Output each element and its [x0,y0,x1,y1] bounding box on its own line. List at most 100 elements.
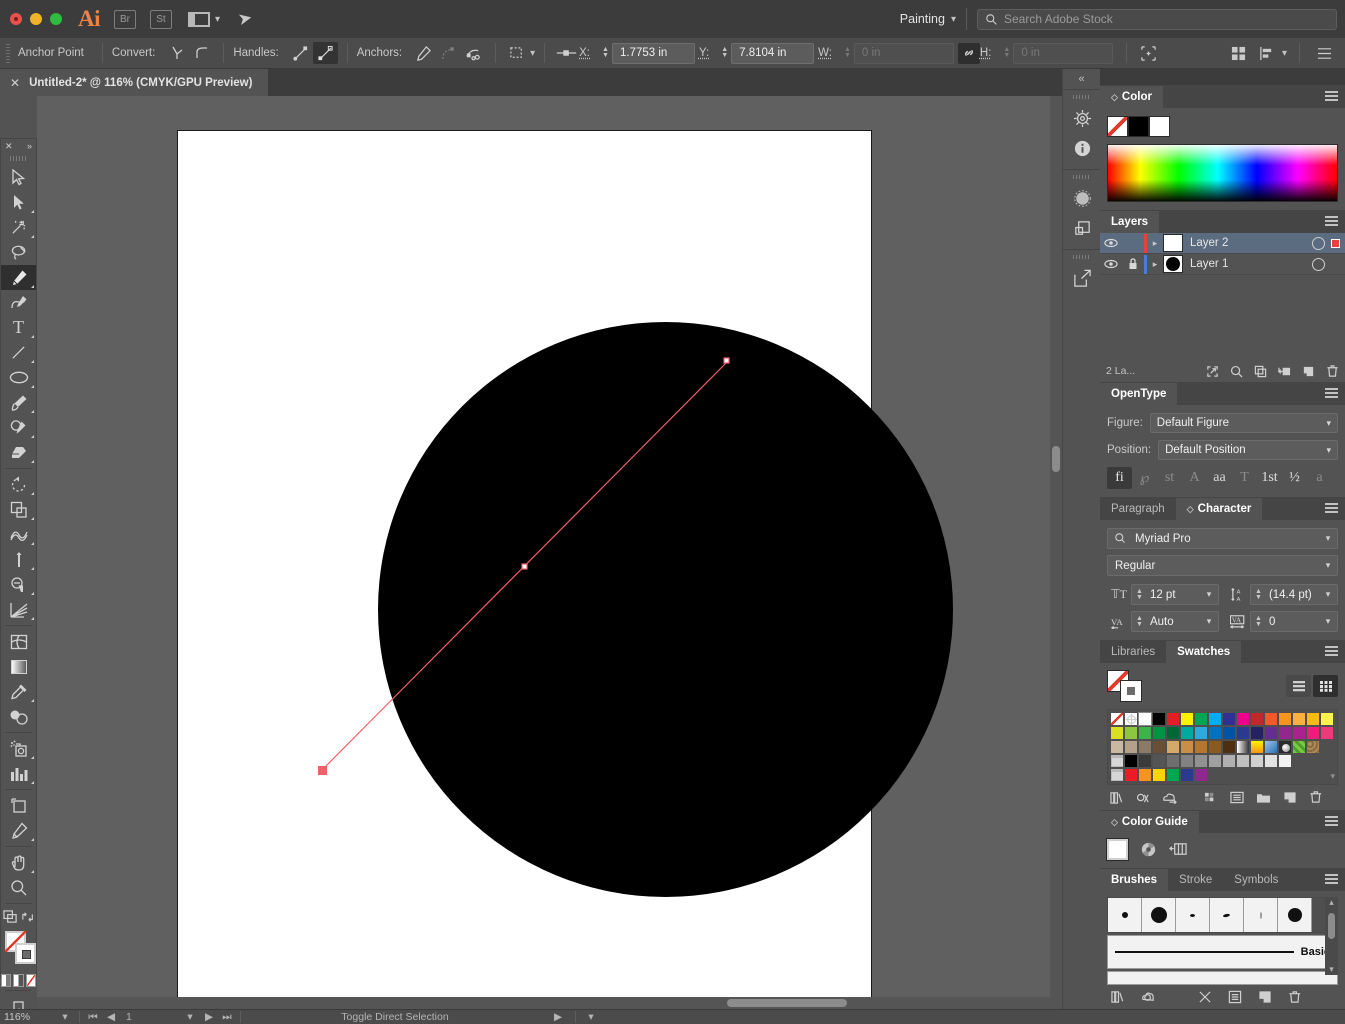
next-artboard-button[interactable]: ▶ [200,1011,218,1023]
new-swatch-icon[interactable] [1283,791,1297,804]
color-none-swatch[interactable] [1107,116,1128,137]
harmony-rules-icon[interactable] [1139,840,1158,859]
tab-swatches[interactable]: Swatches [1166,641,1241,663]
list-view-icon[interactable] [1286,675,1311,697]
layer-disclosure-icon[interactable]: ▸ [1147,259,1163,270]
chevron-down-icon[interactable]: ▾ [1282,48,1287,59]
superscript-icon[interactable]: 1st [1257,467,1282,489]
color-group-icon[interactable] [1204,791,1218,804]
minimize-window-button[interactable] [30,13,42,25]
swatch-color[interactable] [1264,712,1278,726]
kerning-field[interactable]: ▲▼ Auto ▾ [1131,611,1219,632]
remove-brush-strokes-icon[interactable] [1198,990,1212,1004]
panel-menu-icon[interactable] [1325,816,1338,827]
swatch-options-icon[interactable] [1230,791,1244,804]
status-selection-icon[interactable]: ▶ [545,1011,571,1023]
gradient-tool[interactable] [1,654,36,679]
arrange-documents-button[interactable]: ▾ [188,12,220,27]
change-screen-mode-icon[interactable] [3,910,18,924]
chevron-down-icon[interactable]: ▾ [530,48,535,59]
swatch-none[interactable] [1110,712,1124,726]
font-size-stepper[interactable]: ▲▼ [1132,589,1147,601]
zoom-level-field[interactable]: 116% [0,1011,55,1023]
tab-libraries[interactable]: Libraries [1100,641,1166,663]
swatch-color[interactable] [1138,740,1152,754]
dock-grip[interactable] [1073,95,1091,99]
swatch-color[interactable] [1166,740,1180,754]
stylistic-alternates-icon[interactable]: A [1182,467,1207,489]
new-brush-icon[interactable] [1258,990,1272,1004]
delete-brush-icon[interactable] [1288,989,1302,1004]
create-sublayer-icon[interactable] [1278,365,1291,378]
delete-swatch-icon[interactable] [1309,790,1323,804]
fractions-icon[interactable]: ½ [1282,467,1307,489]
swatch-color[interactable] [1124,726,1138,740]
artboard-chevron-icon[interactable]: ▾ [180,1011,200,1023]
layer-lock-icon[interactable] [1122,258,1144,270]
swatch-color[interactable] [1138,726,1152,740]
swatch-gray[interactable] [1278,754,1292,768]
cut-path-at-anchor-button[interactable] [461,42,486,64]
swatch-folder-icon[interactable] [1110,768,1124,782]
color-guide-icon[interactable] [1063,183,1101,213]
close-icon[interactable]: ✕ [10,76,20,90]
swatch-color[interactable] [1208,740,1222,754]
stroke-swatch[interactable] [15,943,36,964]
brush-preset[interactable] [1278,898,1312,932]
font-family-field[interactable]: Myriad Pro ▾ [1107,528,1338,549]
swatch-color[interactable] [1222,740,1236,754]
new-layer-icon[interactable] [1302,365,1315,378]
lasso-tool[interactable] [1,240,36,265]
dock-grip[interactable] [1073,255,1091,259]
tab-opentype[interactable]: OpenType [1100,383,1177,405]
swatch-gray[interactable] [1166,754,1180,768]
align-panel-button[interactable] [1254,42,1279,64]
export-icon[interactable] [1063,263,1101,293]
swatch-color[interactable] [1306,726,1320,740]
swatch-color[interactable] [1250,726,1264,740]
swatch-libraries-icon[interactable] [1110,791,1124,804]
canvas-horizontal-scrollbar[interactable] [37,997,1062,1009]
gradient-button[interactable] [13,974,23,987]
brushes-scrollbar[interactable]: ▴ ▾ [1325,897,1338,975]
ordinals-icon[interactable]: T [1232,467,1257,489]
swatch-color[interactable] [1180,712,1194,726]
layers-icon[interactable] [1063,213,1101,243]
maximize-window-button[interactable] [50,13,62,25]
swatch-gray[interactable] [1222,754,1236,768]
grid-view-icon[interactable] [1313,675,1338,697]
swatch-gradient[interactable] [1264,740,1278,754]
figure-select[interactable]: Default Figure ▾ [1150,413,1338,433]
layer-disclosure-icon[interactable]: ▸ [1147,238,1163,249]
panel-menu-icon[interactable] [1325,216,1338,227]
color-black-swatch[interactable] [1128,116,1149,137]
swatch-white[interactable] [1138,712,1152,726]
free-transform-tool[interactable] [1,547,36,572]
workspace-menu-button[interactable] [1312,42,1337,64]
swatch-color[interactable] [1236,712,1250,726]
link-dimensions-button[interactable] [958,43,980,64]
swatch-color[interactable] [1292,712,1306,726]
layer-row[interactable]: ▸ Layer 2 [1100,233,1345,254]
layer-visibility-icon[interactable] [1100,259,1122,269]
document-tab[interactable]: ✕ Untitled-2* @ 116% (CMYK/GPU Preview) [0,69,268,96]
swatch-color[interactable] [1306,712,1320,726]
swap-fill-stroke-icon[interactable] [21,911,35,923]
paintbrush-tool[interactable] [1,390,36,415]
swatch-fill-stroke-proxy[interactable] [1107,670,1147,702]
rotate-tool[interactable] [1,472,36,497]
scale-tool[interactable] [1,497,36,522]
slice-tool[interactable] [1,818,36,843]
swatch-gray[interactable] [1250,754,1264,768]
expand-icon[interactable]: » [27,141,32,151]
artboard-tool[interactable] [1,793,36,818]
swatch-gradient[interactable] [1236,740,1250,754]
swatch-color[interactable] [1222,726,1236,740]
tracking-stepper[interactable]: ▲▼ [1251,616,1266,628]
position-select[interactable]: Default Position ▾ [1158,440,1338,460]
y-input[interactable]: 7.8104 in [731,43,814,64]
swatch-color[interactable] [1180,768,1194,782]
tab-paragraph[interactable]: Paragraph [1100,498,1176,520]
brush-row-extra[interactable] [1107,971,1338,985]
shape-builder-tool[interactable] [1,572,36,597]
